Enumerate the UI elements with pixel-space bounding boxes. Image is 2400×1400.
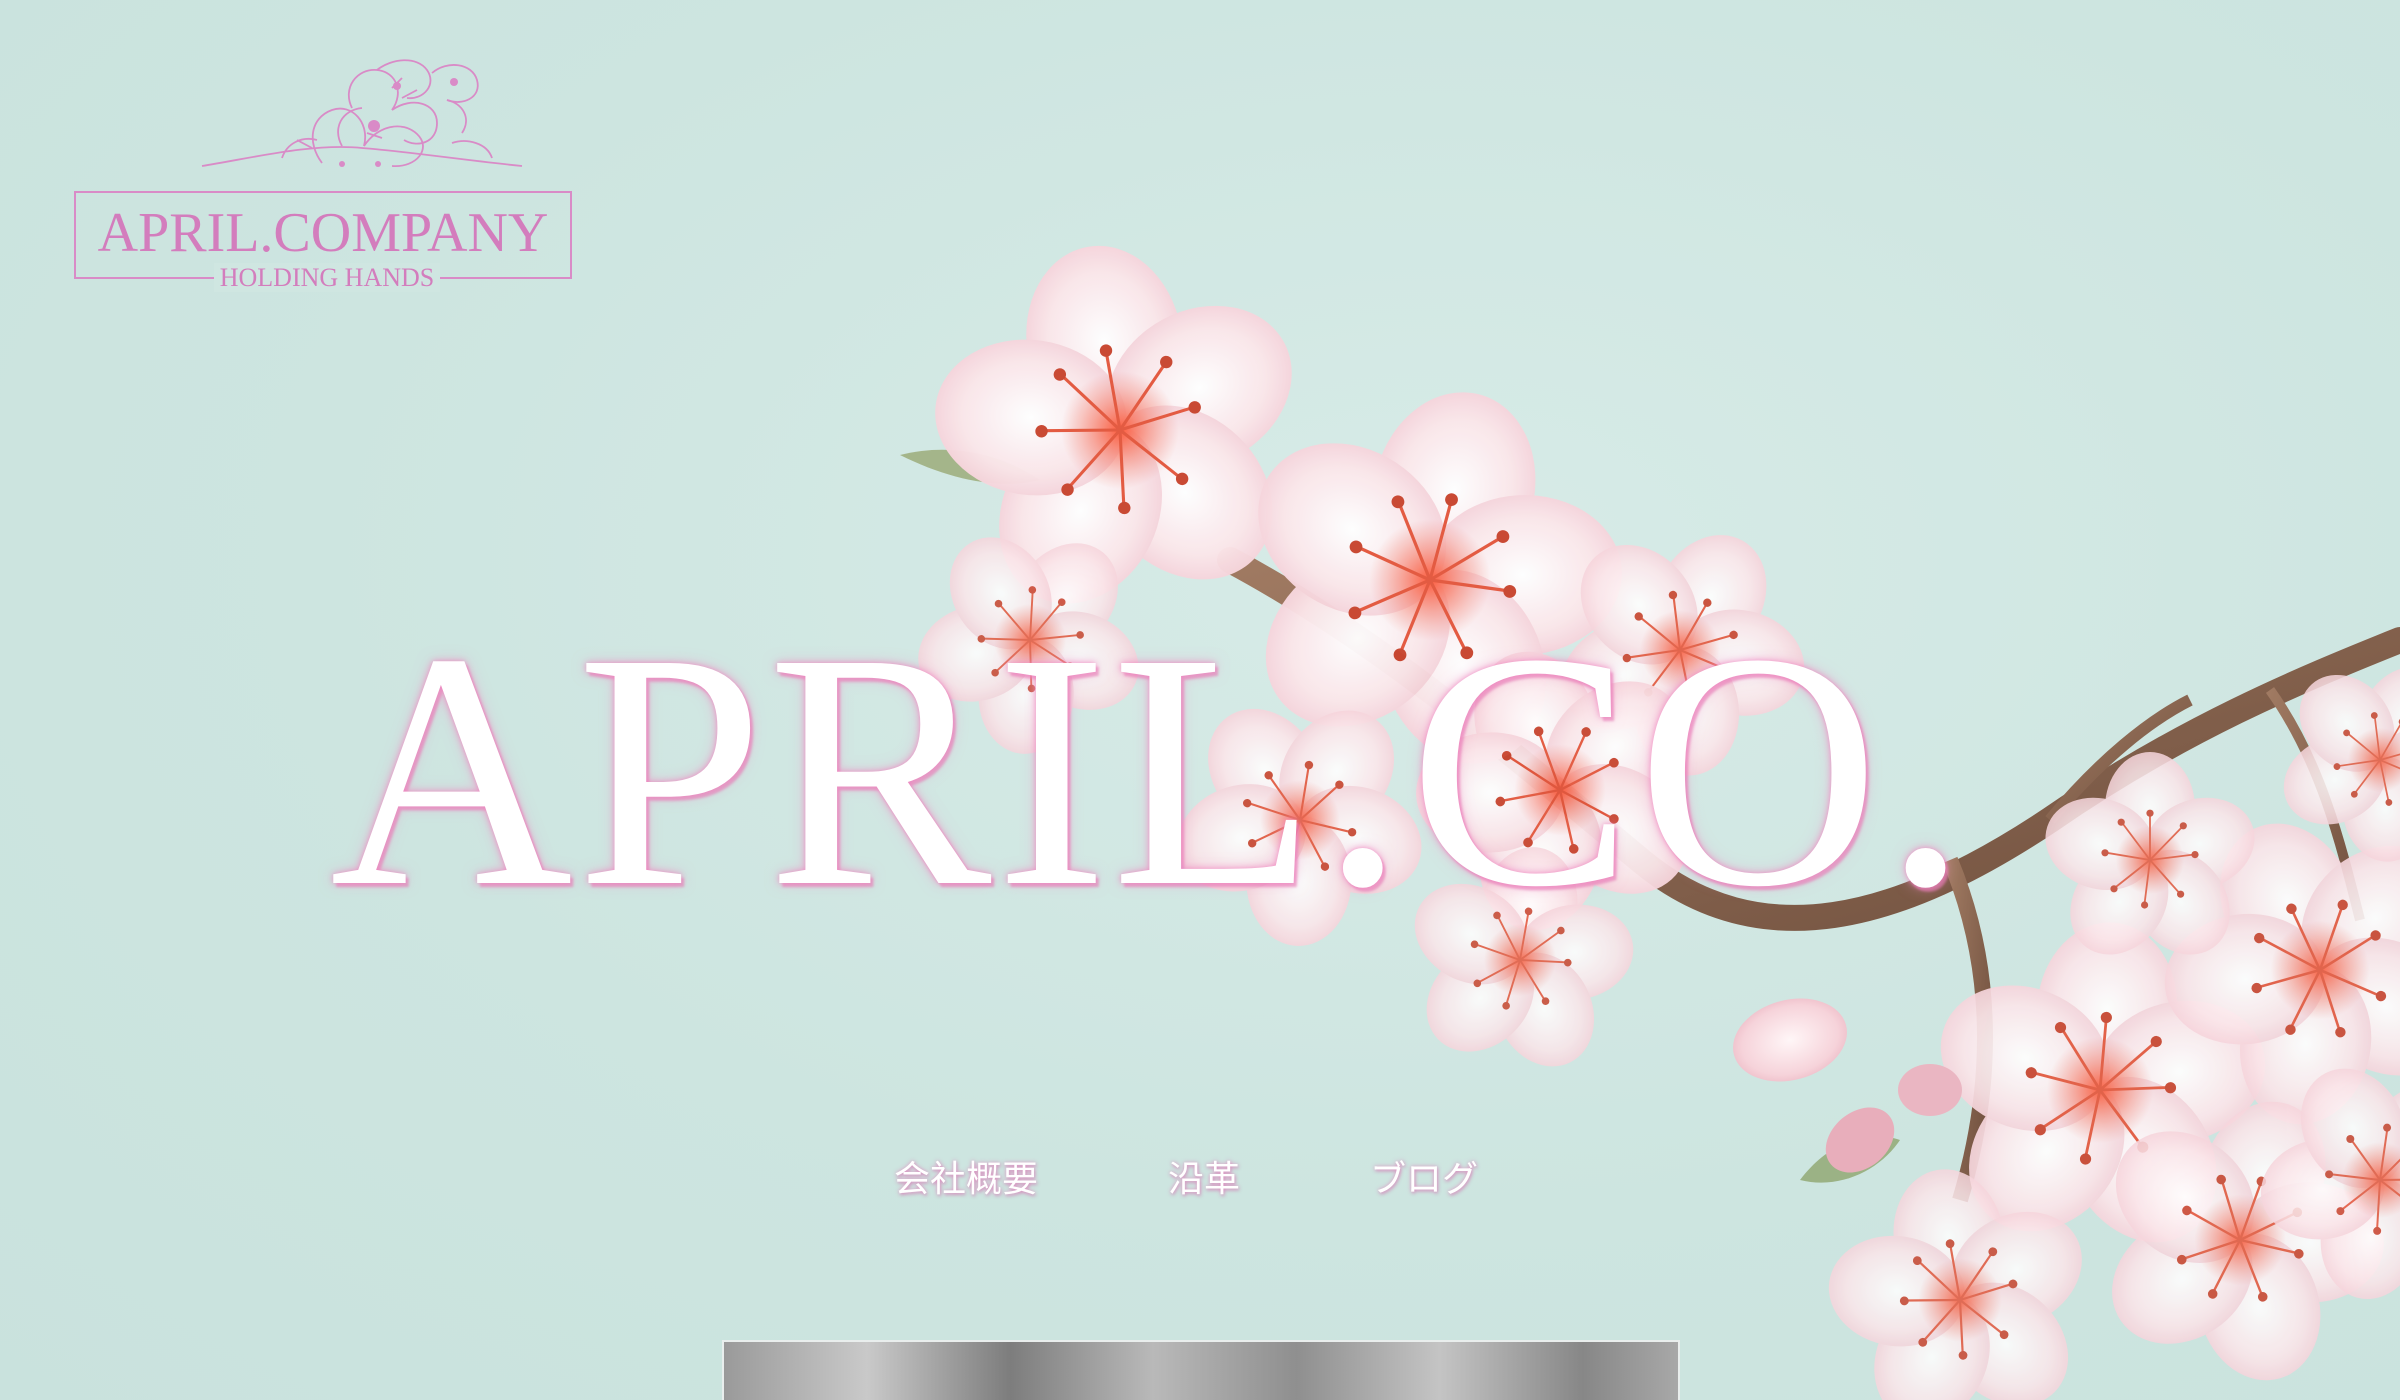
main-navigation: 会社概要 沿革 ブログ bbox=[880, 1152, 1478, 1208]
hero-section: APRIL.COMPANY HOLDING HANDS APRIL.CO. 会社… bbox=[0, 0, 2400, 1400]
cherry-blossom-line-art-icon bbox=[201, 59, 523, 167]
logo-tagline-text: HOLDING HANDS bbox=[213, 263, 441, 292]
featured-image-preview bbox=[722, 1340, 1680, 1400]
logo-company-name: APRIL.COMPANY bbox=[97, 202, 549, 264]
nav-link-company-overview[interactable]: 会社概要 bbox=[894, 1152, 1038, 1208]
nav-link-blog[interactable]: ブログ bbox=[1370, 1152, 1478, 1208]
company-logo[interactable]: APRIL.COMPANY HOLDING HANDS bbox=[72, 48, 582, 298]
hero-title: APRIL.CO. bbox=[330, 584, 1972, 956]
logo-tagline: HOLDING HANDS bbox=[72, 263, 582, 292]
nav-link-history[interactable]: 沿革 bbox=[1168, 1152, 1240, 1208]
